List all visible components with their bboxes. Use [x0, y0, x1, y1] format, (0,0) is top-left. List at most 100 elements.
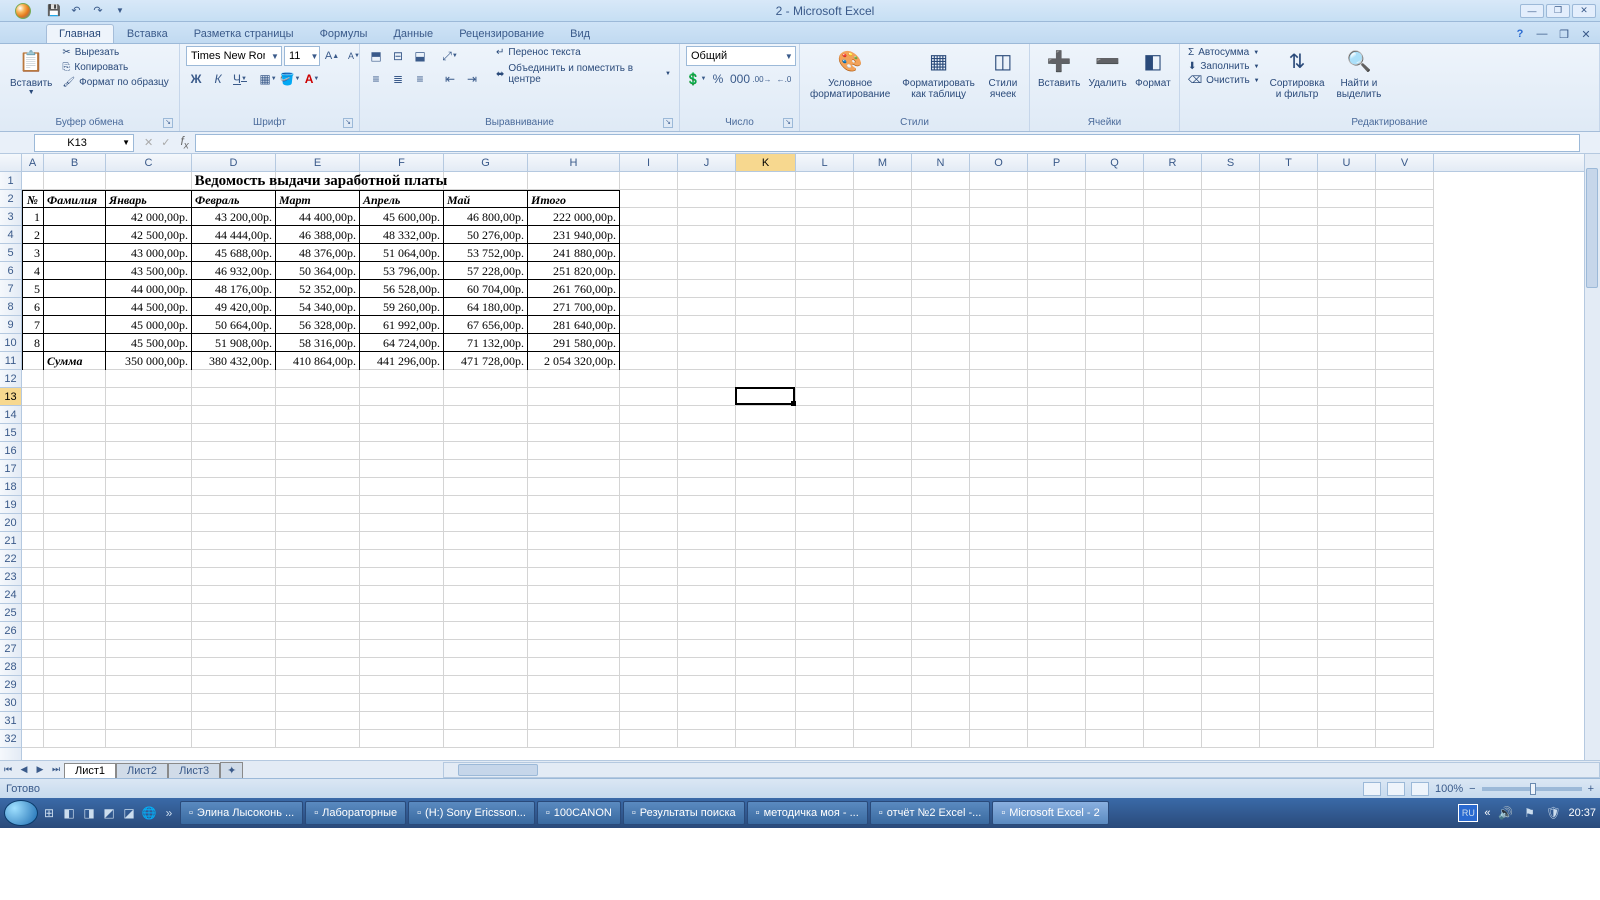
taskbar-item[interactable]: ▫методичка моя - ... — [747, 801, 868, 825]
cell[interactable]: 60 704,00р. — [444, 280, 528, 298]
column-header-I[interactable]: I — [620, 154, 678, 171]
column-header-E[interactable]: E — [276, 154, 360, 171]
cell[interactable]: 44 500,00р. — [106, 298, 192, 316]
font-name-combo[interactable]: ▼ — [186, 46, 282, 66]
cell[interactable]: 231 940,00р. — [528, 226, 620, 244]
cell[interactable]: 52 352,00р. — [276, 280, 360, 298]
borders-button[interactable]: ▦▼ — [258, 69, 278, 89]
start-button[interactable] — [4, 800, 38, 826]
tab-page-layout[interactable]: Разметка страницы — [181, 24, 307, 43]
paste-button[interactable]: 📋 Вставить ▼ — [6, 46, 56, 99]
cell[interactable]: Май — [444, 190, 528, 208]
cell[interactable]: 6 — [22, 298, 44, 316]
row-header-30[interactable]: 30 — [0, 694, 21, 712]
new-sheet-tab[interactable]: ✦ — [220, 762, 243, 778]
cell[interactable]: 57 228,00р. — [444, 262, 528, 280]
row-header-22[interactable]: 22 — [0, 550, 21, 568]
cell[interactable]: 46 388,00р. — [276, 226, 360, 244]
align-left[interactable]: ≡ — [366, 69, 386, 89]
cut-button[interactable]: ✂Вырезать — [60, 46, 170, 59]
sort-filter-button[interactable]: ⇅Сортировка и фильтр — [1266, 46, 1329, 102]
font-launcher[interactable]: ↘ — [343, 118, 353, 128]
row-header-21[interactable]: 21 — [0, 532, 21, 550]
row-header-23[interactable]: 23 — [0, 568, 21, 586]
column-header-K[interactable]: K — [736, 154, 796, 171]
italic-button[interactable]: К — [208, 69, 228, 89]
cell[interactable]: 43 000,00р. — [106, 244, 192, 262]
tab-formulas[interactable]: Формулы — [307, 24, 381, 43]
cell[interactable]: № — [22, 190, 44, 208]
ql-2[interactable]: ◨ — [80, 804, 98, 822]
cell[interactable]: Январь — [106, 190, 192, 208]
cell[interactable]: 281 640,00р. — [528, 316, 620, 334]
cell[interactable]: 67 656,00р. — [444, 316, 528, 334]
column-header-C[interactable]: C — [106, 154, 192, 171]
column-header-Q[interactable]: Q — [1086, 154, 1144, 171]
formula-bar[interactable] — [195, 134, 1580, 152]
font-size-input[interactable] — [285, 50, 310, 62]
cell[interactable]: 50 364,00р. — [276, 262, 360, 280]
cell[interactable]: Апрель — [360, 190, 444, 208]
cell[interactable]: Ведомость выдачи заработной платы — [22, 172, 620, 190]
row-header-28[interactable]: 28 — [0, 658, 21, 676]
clock[interactable]: 20:37 — [1568, 807, 1596, 819]
number-format-combo[interactable]: ▼ — [686, 46, 796, 66]
row-header-26[interactable]: 26 — [0, 622, 21, 640]
cell[interactable]: 46 932,00р. — [192, 262, 276, 280]
row-header-16[interactable]: 16 — [0, 442, 21, 460]
cell[interactable]: 56 528,00р. — [360, 280, 444, 298]
find-select-button[interactable]: 🔍Найти и выделить — [1333, 46, 1386, 102]
tab-view[interactable]: Вид — [557, 24, 603, 43]
cell[interactable] — [44, 298, 106, 316]
cell[interactable]: 53 796,00р. — [360, 262, 444, 280]
tray-icon-3[interactable]: 🛡 — [1544, 804, 1562, 822]
cell[interactable]: 71 132,00р. — [444, 334, 528, 352]
row-header-25[interactable]: 25 — [0, 604, 21, 622]
row-header-14[interactable]: 14 — [0, 406, 21, 424]
format-as-table-button[interactable]: ▦Форматировать как таблицу — [898, 46, 979, 102]
align-bottom[interactable]: ⬓ — [410, 46, 430, 66]
column-header-L[interactable]: L — [796, 154, 854, 171]
column-header-B[interactable]: B — [44, 154, 106, 171]
fx-icon[interactable]: fx — [174, 134, 194, 151]
qat-save[interactable]: 💾 — [44, 2, 64, 20]
column-header-V[interactable]: V — [1376, 154, 1434, 171]
cell[interactable]: 291 580,00р. — [528, 334, 620, 352]
cell[interactable]: Фамилия — [44, 190, 106, 208]
cell[interactable]: 222 000,00р. — [528, 208, 620, 226]
alignment-launcher[interactable]: ↘ — [663, 118, 673, 128]
column-header-H[interactable]: H — [528, 154, 620, 171]
format-painter-button[interactable]: 🖌Формат по образцу — [60, 76, 170, 89]
qat-customize[interactable]: ▼ — [110, 2, 130, 20]
tab-data[interactable]: Данные — [380, 24, 446, 43]
align-top[interactable]: ⬒ — [366, 46, 386, 66]
cell[interactable]: 48 332,00р. — [360, 226, 444, 244]
row-header-1[interactable]: 1 — [0, 172, 21, 190]
cell[interactable] — [44, 316, 106, 334]
tray-icon-2[interactable]: ⚑ — [1520, 804, 1538, 822]
sheet-nav-first[interactable]: ⏮ — [0, 763, 16, 777]
currency-button[interactable]: 💲▼ — [686, 69, 706, 89]
cell-styles-button[interactable]: ◫Стили ячеек — [983, 46, 1023, 102]
column-header-R[interactable]: R — [1144, 154, 1202, 171]
sheet-nav-last[interactable]: ⏭ — [48, 763, 64, 777]
ql-more[interactable]: » — [160, 804, 178, 822]
decrease-decimal[interactable]: ←.0 — [774, 69, 794, 89]
tab-insert[interactable]: Вставка — [114, 24, 181, 43]
cell[interactable]: 241 880,00р. — [528, 244, 620, 262]
cell[interactable] — [44, 280, 106, 298]
minimize-button[interactable]: — — [1520, 4, 1544, 18]
taskbar-item[interactable]: ▫100CANON — [537, 801, 621, 825]
view-page-break[interactable] — [1411, 782, 1429, 796]
clear-button[interactable]: ⌫Очистить▼ — [1186, 74, 1262, 87]
sheet-tab-2[interactable]: Лист2 — [116, 763, 168, 778]
thousands-button[interactable]: 000 — [730, 69, 750, 89]
column-header-A[interactable]: A — [22, 154, 44, 171]
align-middle[interactable]: ⊟ — [388, 46, 408, 66]
cell[interactable]: 56 328,00р. — [276, 316, 360, 334]
grow-font[interactable]: A▲ — [322, 46, 342, 66]
cell[interactable]: 441 296,00р. — [360, 352, 444, 370]
bold-button[interactable]: Ж — [186, 69, 206, 89]
cell[interactable]: Февраль — [192, 190, 276, 208]
cell[interactable]: 471 728,00р. — [444, 352, 528, 370]
